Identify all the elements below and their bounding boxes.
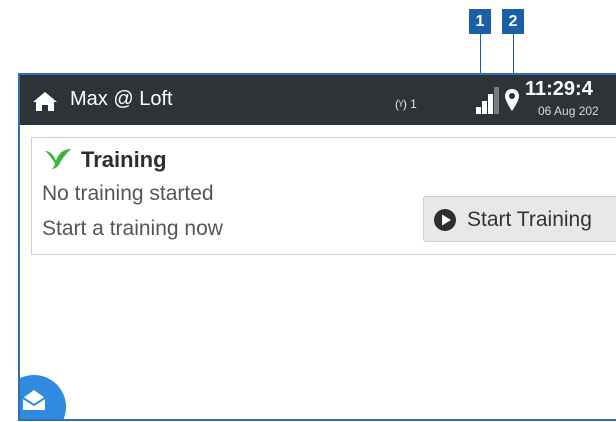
signal-icon xyxy=(475,85,501,120)
start-training-label: Start Training xyxy=(467,208,592,231)
clock-time: 11:29:4 xyxy=(525,78,593,100)
mail-icon xyxy=(20,388,48,417)
mail-button[interactable] xyxy=(20,375,66,419)
clock-date: 06 Aug 202 xyxy=(538,104,599,118)
start-training-button[interactable]: Start Training xyxy=(423,196,616,242)
training-card: Training No training started Start a tra… xyxy=(31,137,616,255)
training-status: No training started xyxy=(42,182,214,205)
antenna-indicator: (ᵞ) 1 xyxy=(395,97,417,111)
callout-1: 1 xyxy=(469,9,491,34)
home-icon[interactable] xyxy=(32,90,58,117)
training-title: Training xyxy=(81,147,167,172)
training-hint: Start a training now xyxy=(42,217,223,240)
bird-icon xyxy=(43,147,73,176)
top-bar: Max @ Loft (ᵞ) 1 11:29:4 06 Aug 202 xyxy=(20,75,616,125)
device-screen: Max @ Loft (ᵞ) 1 11:29:4 06 Aug 202 Trai… xyxy=(18,73,616,421)
location-pin-icon xyxy=(504,88,520,117)
play-icon xyxy=(433,208,457,237)
loft-title: Max @ Loft xyxy=(70,88,173,110)
callout-2: 2 xyxy=(502,9,524,34)
